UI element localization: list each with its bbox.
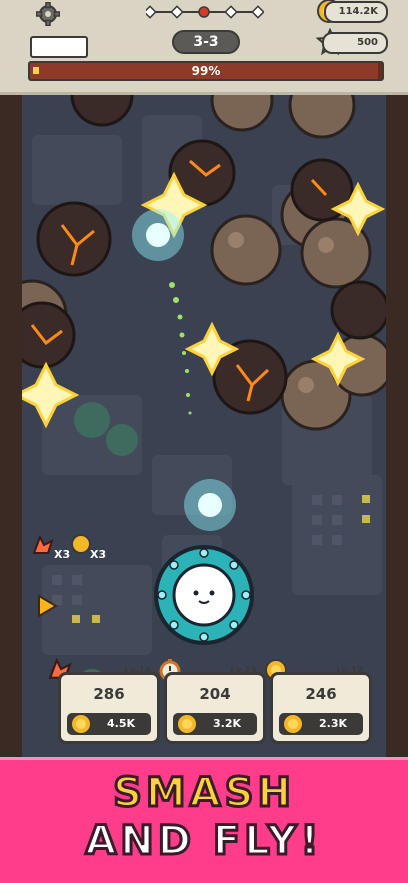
upgrade-level: Lv.13 (230, 666, 257, 676)
right-border (386, 95, 408, 757)
upgrade-level: Lv.14 (124, 666, 151, 676)
coin-counter: 114.2K (324, 1, 388, 23)
upgrade-cost: 2.3K (318, 717, 347, 730)
power-boost-icon (32, 535, 54, 554)
stage-progress-track (146, 5, 264, 19)
slogan-line-2: AND FLY! (84, 817, 323, 866)
coin-icon (282, 713, 304, 735)
coin-boost-icon (71, 534, 91, 554)
upgrade-cost-button[interactable]: 2.3K (279, 713, 363, 735)
slogan-line-1: SMASH (112, 769, 295, 818)
coin-icon (70, 713, 92, 735)
upgrade-cost-button[interactable]: 3.2K (173, 713, 257, 735)
coin-icon (176, 713, 198, 735)
playfield-scene (22, 95, 386, 701)
name-box (30, 36, 88, 58)
upgrade-level: Lv.12 (336, 666, 363, 676)
star-counter: 500 (322, 32, 388, 54)
power-multiplier: X3 (54, 548, 71, 561)
stage-label: 3-3 (172, 30, 240, 54)
left-border (0, 95, 22, 757)
game-playfield[interactable] (22, 95, 386, 757)
level-progress-text: 99% (191, 64, 221, 78)
settings-gear-icon[interactable] (36, 2, 60, 26)
upgrade-card-coin[interactable]: Lv.12 246 2.3K (270, 666, 372, 744)
coin-multiplier: X3 (90, 548, 107, 561)
upgrade-card-timer[interactable]: Lv.13 204 3.2K (164, 666, 266, 744)
upgrade-value: 286 (93, 685, 125, 703)
play-arrow-icon[interactable] (36, 594, 58, 618)
upgrade-cost: 3.2K (212, 717, 241, 730)
upgrade-card-power[interactable]: Lv.14 286 4.5K (58, 666, 160, 744)
upgrade-value: 246 (305, 685, 337, 703)
upgrade-cost-button[interactable]: 4.5K (67, 713, 151, 735)
upgrade-cost: 4.5K (106, 717, 135, 730)
upgrade-value: 204 (199, 685, 231, 703)
level-progress-bar: 99% (28, 61, 384, 81)
